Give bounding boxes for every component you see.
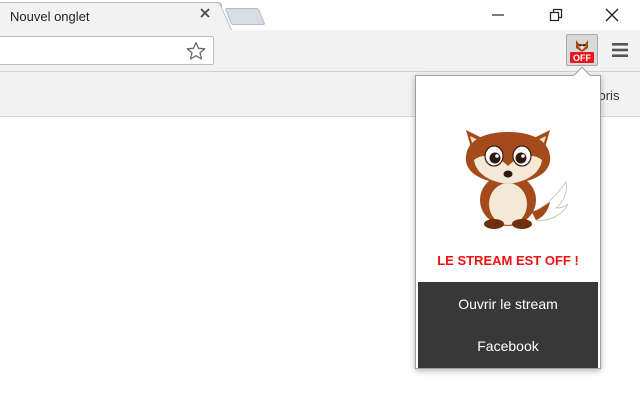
extension-badge-text: OFF: [573, 53, 591, 63]
fox-mascot-icon: [465, 130, 569, 229]
extension-popup: LE STREAM EST OFF ! Ouvrir le stream Fac…: [415, 66, 601, 369]
minimize-icon: [492, 14, 504, 16]
address-input[interactable]: [0, 37, 177, 64]
browser-window: Nouvel onglet OFF voris LE STREAM EST OF…: [0, 0, 640, 400]
restore-icon: [549, 8, 563, 22]
address-bar[interactable]: [0, 36, 214, 65]
tab-close-icon[interactable]: [198, 6, 212, 20]
close-window-button[interactable]: [592, 4, 632, 26]
close-icon: [605, 8, 619, 22]
bookmark-star-icon[interactable]: [185, 40, 207, 62]
extension-button[interactable]: OFF: [566, 34, 598, 66]
new-tab-button[interactable]: [224, 8, 266, 25]
minimize-button[interactable]: [478, 4, 518, 26]
fox-off-badge-icon: OFF: [570, 40, 594, 63]
tab-title: Nouvel onglet: [10, 9, 90, 24]
open-stream-button[interactable]: Ouvrir le stream: [418, 284, 598, 324]
restore-button[interactable]: [536, 4, 576, 26]
facebook-button[interactable]: Facebook: [418, 326, 598, 366]
toolbar: OFF: [0, 30, 640, 72]
tab-new-tab[interactable]: Nouvel onglet: [0, 2, 222, 30]
menu-icon[interactable]: [611, 40, 629, 60]
tab-strip: Nouvel onglet: [0, 0, 640, 30]
popup-button-panel: Ouvrir le stream Facebook: [418, 282, 598, 368]
stream-status-text: LE STREAM EST OFF !: [437, 253, 579, 268]
